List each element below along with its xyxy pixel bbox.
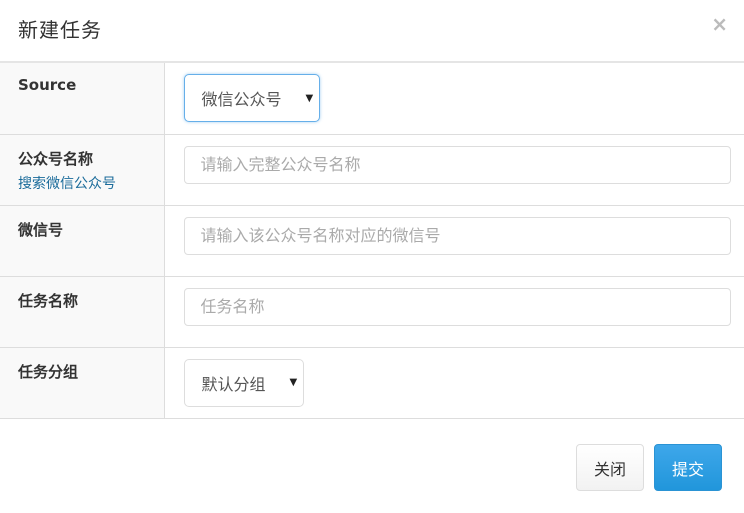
wechat-id-label: 微信号 <box>0 205 165 277</box>
source-select[interactable]: 微信公众号 ▼ <box>183 74 321 122</box>
task-name-input[interactable] <box>183 287 731 326</box>
caret-down-icon: ▼ <box>305 92 314 104</box>
account-name-input[interactable] <box>183 145 731 184</box>
form-row-task-group: 任务分组 默认分组 ▼ <box>0 347 744 419</box>
task-name-label: 任务名称 <box>0 276 165 348</box>
search-account-link[interactable]: 搜索微信公众号 <box>18 173 146 193</box>
submit-button[interactable]: 提交 <box>654 444 722 491</box>
form-row-task-name: 任务名称 <box>0 276 744 348</box>
form-row-account-name: 公众号名称 搜索微信公众号 <box>0 134 744 206</box>
task-form: Source 微信公众号 ▼ 公众号名称 搜索微信公众号 微信号 <box>0 63 744 419</box>
task-group-select[interactable]: 默认分组 ▼ <box>183 358 305 407</box>
task-group-select-value: 默认分组 <box>201 374 266 394</box>
form-row-wechat-id: 微信号 <box>0 205 744 277</box>
modal-footer: 关闭 提交 <box>576 444 722 491</box>
form-row-source: Source 微信公众号 ▼ <box>0 63 744 135</box>
close-button[interactable]: 关闭 <box>576 444 644 491</box>
modal-title: 新建任务 <box>18 18 102 42</box>
task-group-label: 任务分组 <box>0 347 165 419</box>
caret-down-icon: ▼ <box>289 377 298 388</box>
source-label: Source <box>0 63 165 135</box>
source-select-value: 微信公众号 <box>201 90 282 109</box>
close-icon[interactable]: × <box>711 12 728 36</box>
new-task-modal: 新建任务 × Source 微信公众号 ▼ 公众号名称 搜索微信公众号 微信号 <box>0 0 744 513</box>
modal-header: 新建任务 × <box>0 0 744 63</box>
wechat-id-input[interactable] <box>183 216 731 255</box>
account-name-label: 公众号名称 <box>18 149 94 168</box>
